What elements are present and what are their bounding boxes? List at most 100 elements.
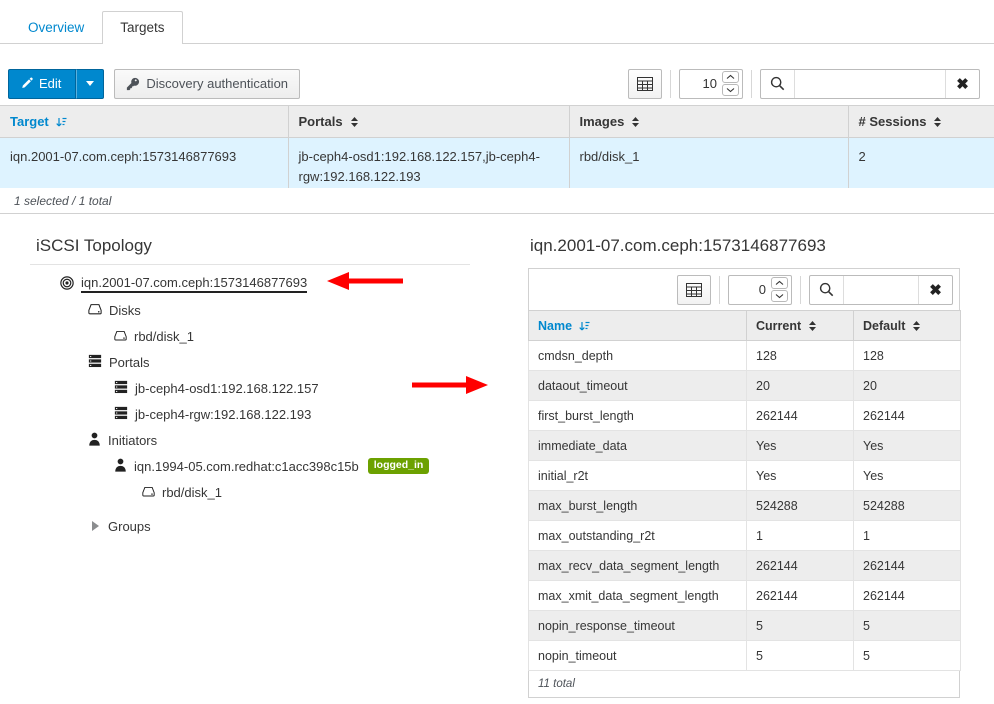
table-row[interactable]: max_outstanding_r2t 1 1 bbox=[528, 520, 961, 551]
stepper-down-icon[interactable] bbox=[722, 84, 739, 96]
search-input[interactable] bbox=[795, 69, 945, 98]
details-search-box: ✖ bbox=[809, 274, 953, 305]
edit-button-group: Edit bbox=[8, 68, 105, 99]
tree-node-label: jb-ceph4-osd1:192.168.122.157 bbox=[135, 380, 319, 396]
tree-node-label: Portals bbox=[109, 354, 150, 370]
sort-both-icon[interactable] bbox=[631, 116, 640, 128]
tree-node-label: rbd/disk_1 bbox=[162, 484, 222, 500]
tree-node-initiator-redhat[interactable]: iqn.1994-05.com.redhat:c1acc398c15b logg… bbox=[30, 453, 500, 479]
topology-divider bbox=[30, 264, 470, 265]
table-row[interactable]: immediate_data Yes Yes bbox=[528, 430, 961, 461]
cell-current: Yes bbox=[746, 430, 854, 461]
sort-both-icon[interactable] bbox=[912, 320, 921, 332]
arrow-pointing-to-target-node bbox=[327, 272, 403, 290]
discovery-authentication-label: Discovery authentication bbox=[146, 76, 289, 91]
table-row[interactable]: nopin_timeout 5 5 bbox=[528, 640, 961, 671]
topology-tree: iqn.2001-07.com.ceph:1573146877693 Disks… bbox=[30, 271, 500, 539]
tree-node-groups[interactable]: Groups bbox=[30, 513, 500, 539]
tree-node-portal-rgw[interactable]: jb-ceph4-rgw:192.168.122.193 bbox=[30, 401, 500, 427]
tree-node-disk-rbd-disk1[interactable]: rbd/disk_1 bbox=[30, 323, 500, 349]
table-row[interactable]: max_burst_length 524288 524288 bbox=[528, 490, 961, 521]
table-row[interactable]: max_xmit_data_segment_length 262144 2621… bbox=[528, 580, 961, 611]
column-label: Name bbox=[538, 318, 573, 333]
clear-search-button[interactable]: ✖ bbox=[945, 69, 979, 98]
target-details-panel: iqn.2001-07.com.ceph:1573146877693 0 ✖ N… bbox=[528, 236, 961, 698]
cell-name: max_xmit_data_segment_length bbox=[528, 580, 747, 611]
cell-default: 262144 bbox=[853, 580, 961, 611]
sort-both-icon[interactable] bbox=[350, 116, 359, 128]
column-header-name[interactable]: Name bbox=[528, 310, 747, 341]
table-grid-icon[interactable] bbox=[677, 274, 711, 305]
tree-node-initiator-disk[interactable]: rbd/disk_1 bbox=[30, 479, 500, 505]
cell-current: Yes bbox=[746, 460, 854, 491]
iscsi-targets-page: Overview Targets Edit Discovery authenti… bbox=[0, 0, 994, 704]
toolbar-divider-1 bbox=[670, 69, 671, 98]
table-row[interactable]: nopin_response_timeout 5 5 bbox=[528, 610, 961, 641]
disk-icon bbox=[114, 329, 127, 344]
details-clear-search-button[interactable]: ✖ bbox=[918, 275, 952, 304]
column-header-current[interactable]: Current bbox=[746, 310, 854, 341]
table-row[interactable]: max_recv_data_segment_length 262144 2621… bbox=[528, 550, 961, 581]
cell-current: 262144 bbox=[746, 550, 854, 581]
stepper-up-icon[interactable] bbox=[722, 71, 739, 83]
edit-button[interactable]: Edit bbox=[8, 68, 77, 99]
cell-current: 20 bbox=[746, 370, 854, 401]
details-page-size-arrows bbox=[771, 276, 791, 304]
target-settings-table: Name Current Default cmdsn_depth 128 128… bbox=[528, 310, 961, 671]
column-header-sessions[interactable]: # Sessions bbox=[848, 105, 994, 138]
details-table-footer: 11 total bbox=[528, 671, 960, 698]
page-size-value[interactable]: 10 bbox=[680, 70, 722, 98]
tree-node-label: Initiators bbox=[108, 432, 158, 448]
stepper-up-icon[interactable] bbox=[771, 277, 788, 289]
tree-node-label: iqn.1994-05.com.redhat:c1acc398c15b bbox=[134, 458, 359, 474]
cell-name: nopin_response_timeout bbox=[528, 610, 747, 641]
tree-node-initiators[interactable]: Initiators bbox=[30, 427, 500, 453]
cell-current: 5 bbox=[746, 640, 854, 671]
sort-asc-icon[interactable] bbox=[56, 116, 67, 128]
sort-asc-icon[interactable] bbox=[579, 320, 590, 332]
table-row[interactable]: first_burst_length 262144 262144 bbox=[528, 400, 961, 431]
tree-node-label: iqn.2001-07.com.ceph:1573146877693 bbox=[81, 275, 308, 293]
tree-node-label: Groups bbox=[108, 518, 151, 534]
page-size-stepper[interactable]: 10 bbox=[679, 68, 743, 99]
stepper-down-icon[interactable] bbox=[771, 290, 788, 302]
cell-name: dataout_timeout bbox=[528, 370, 747, 401]
sort-both-icon[interactable] bbox=[808, 320, 817, 332]
table-row[interactable]: cmdsn_depth 128 128 bbox=[528, 340, 961, 371]
user-icon bbox=[114, 458, 127, 475]
cell-default: 1 bbox=[853, 520, 961, 551]
column-label: # Sessions bbox=[858, 114, 927, 129]
details-page-size-stepper[interactable]: 0 bbox=[728, 274, 792, 305]
details-search-input[interactable] bbox=[844, 275, 918, 304]
tab-targets[interactable]: Targets bbox=[102, 11, 183, 44]
tree-node-disks[interactable]: Disks bbox=[30, 297, 500, 323]
table-row[interactable]: initial_r2t Yes Yes bbox=[528, 460, 961, 491]
sort-both-icon[interactable] bbox=[933, 116, 942, 128]
search-icon bbox=[810, 275, 844, 304]
search-box: ✖ bbox=[760, 68, 980, 99]
tree-node-target[interactable]: iqn.2001-07.com.ceph:1573146877693 bbox=[30, 271, 500, 297]
edit-button-label: Edit bbox=[39, 76, 62, 91]
cell-default: 20 bbox=[853, 370, 961, 401]
column-header-target[interactable]: Target bbox=[0, 105, 289, 138]
target-bullseye-icon bbox=[60, 275, 74, 293]
cell-default: Yes bbox=[853, 430, 961, 461]
column-header-default[interactable]: Default bbox=[853, 310, 961, 341]
cell-current: 1 bbox=[746, 520, 854, 551]
tree-node-label: rbd/disk_1 bbox=[134, 328, 194, 344]
cell-current: 262144 bbox=[746, 580, 854, 611]
caret-down-icon bbox=[86, 81, 95, 86]
discovery-authentication-button[interactable]: Discovery authentication bbox=[114, 68, 301, 99]
table-row[interactable]: dataout_timeout 20 20 bbox=[528, 370, 961, 401]
triangle-right-icon[interactable] bbox=[92, 521, 99, 531]
column-header-portals[interactable]: Portals bbox=[288, 105, 570, 138]
details-table-body: cmdsn_depth 128 128 dataout_timeout 20 2… bbox=[528, 340, 961, 671]
cell-default: 262144 bbox=[853, 550, 961, 581]
column-header-images[interactable]: Images bbox=[569, 105, 849, 138]
tab-overview[interactable]: Overview bbox=[10, 11, 102, 44]
details-page-size-value[interactable]: 0 bbox=[729, 276, 771, 304]
cell-default: 5 bbox=[853, 610, 961, 641]
edit-dropdown-toggle[interactable] bbox=[76, 68, 105, 99]
disk-icon bbox=[142, 485, 155, 500]
table-grid-icon[interactable] bbox=[628, 68, 662, 99]
